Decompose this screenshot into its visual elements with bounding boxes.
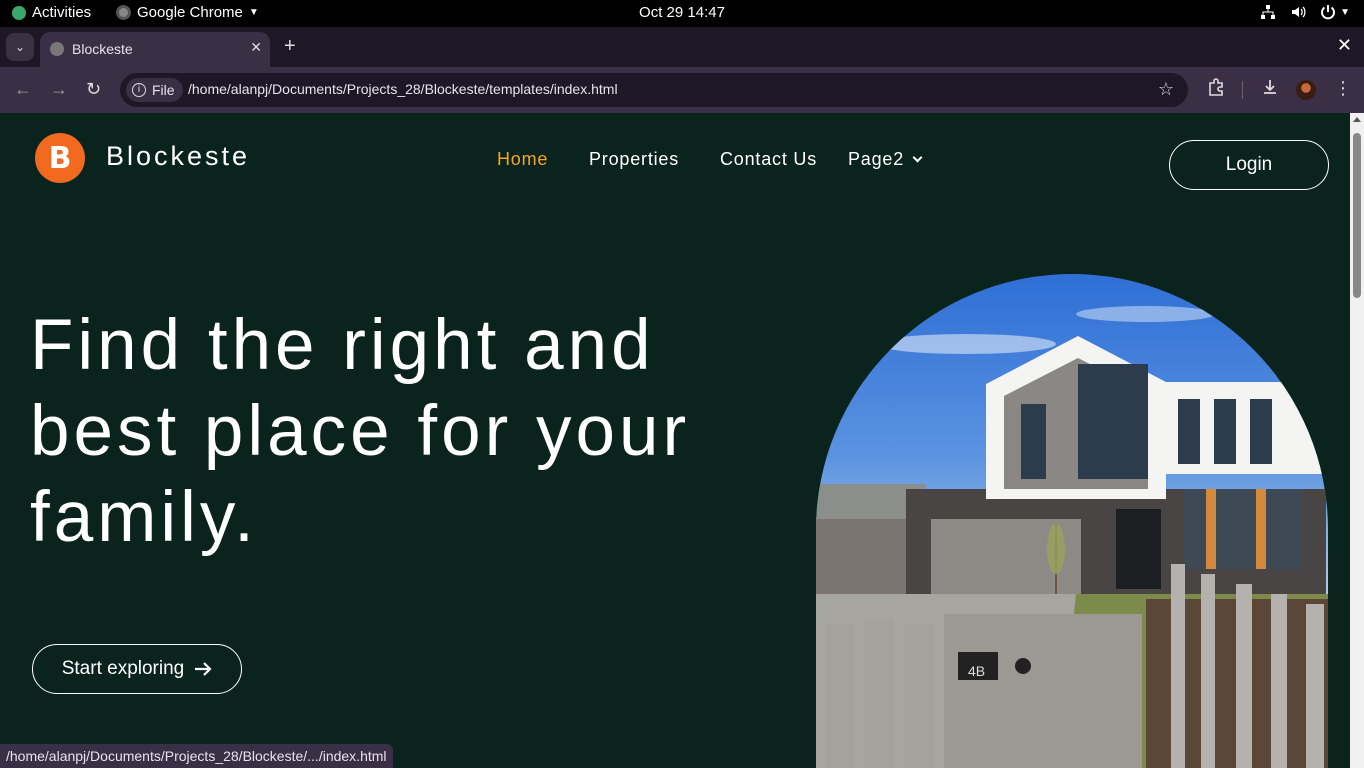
extensions-icon[interactable] <box>1207 78 1225 96</box>
tab-blockeste[interactable]: Blockeste ✕ <box>40 32 270 67</box>
info-icon: i <box>132 83 146 97</box>
hero-line-1: Find the right and <box>30 306 655 385</box>
hero-line-3: family. <box>30 478 258 557</box>
brand-logo[interactable]: B <box>35 133 85 183</box>
chevron-down-icon: ▼ <box>248 7 259 18</box>
page-viewport: B Blockeste Home Properties Contact Us P… <box>0 113 1364 768</box>
activities-label: Activities <box>32 4 92 21</box>
toolbar-divider <box>1242 81 1243 99</box>
page-scrollbar[interactable] <box>1350 113 1364 768</box>
app-name: Google Chrome <box>137 4 243 21</box>
arrow-right-icon <box>195 662 212 676</box>
browser-toolbar: ← → ↻ i File /home/alanpj/Documents/Proj… <box>0 67 1364 113</box>
app-menu[interactable]: Google Chrome ▼ <box>116 4 259 21</box>
tab-strip: ⌄ Blockeste ✕ + ✕ <box>0 27 1364 67</box>
house-illustration: 4B <box>816 306 1328 768</box>
start-exploring-button[interactable]: Start exploring <box>32 644 242 694</box>
house-number: 4B <box>968 663 985 679</box>
star-icon[interactable]: ☆ <box>1158 79 1174 100</box>
chip-label: File <box>152 82 175 98</box>
window-close-icon[interactable]: ✕ <box>1337 35 1352 56</box>
new-tab-button[interactable]: + <box>284 35 296 58</box>
hero-house-image: 4B <box>816 274 1328 768</box>
system-top-bar: Activities Google Chrome ▼ Oct 29 14:47 … <box>0 0 1364 27</box>
nav-properties[interactable]: Properties <box>589 149 679 170</box>
close-tab-icon[interactable]: ✕ <box>250 39 262 56</box>
forward-icon[interactable]: → <box>50 79 68 100</box>
chevron-down-icon: ⌄ <box>14 40 26 54</box>
reload-icon[interactable]: ↻ <box>86 79 101 100</box>
hero-title: Find the right and best place for your f… <box>30 303 790 561</box>
globe-icon <box>50 42 64 56</box>
volume-icon <box>1292 6 1306 18</box>
address-bar[interactable]: i File /home/alanpj/Documents/Projects_2… <box>120 73 1188 107</box>
logo-letter: B <box>48 140 72 176</box>
chrome-icon <box>116 5 131 20</box>
nav-page2[interactable]: Page2 <box>848 149 923 170</box>
login-button[interactable]: Login <box>1169 140 1329 190</box>
nav-home[interactable]: Home <box>497 149 548 170</box>
network-icon <box>1261 5 1276 19</box>
nav-page2-label: Page2 <box>848 149 905 169</box>
gnome-activities-icon <box>12 5 26 20</box>
tab-search-button[interactable]: ⌄ <box>6 33 34 61</box>
profile-avatar[interactable] <box>1296 80 1316 100</box>
download-icon[interactable] <box>1261 78 1279 96</box>
hero-line-2: best place for your <box>30 392 691 471</box>
site-info-chip[interactable]: i File <box>126 78 183 102</box>
scroll-up-arrow[interactable] <box>1353 117 1361 122</box>
url-text[interactable]: /home/alanpj/Documents/Projects_28/Block… <box>188 81 618 97</box>
back-icon[interactable]: ← <box>14 79 32 100</box>
explore-label: Start exploring <box>61 658 185 679</box>
system-tray[interactable]: ▼ <box>1260 4 1350 20</box>
nav-contact-us[interactable]: Contact Us <box>720 149 817 170</box>
scrollbar-thumb[interactable] <box>1353 133 1361 298</box>
power-icon: ▼ <box>1320 4 1350 20</box>
chevron-down-icon <box>912 152 923 163</box>
activities-button[interactable]: Activities <box>12 4 91 21</box>
brand-name[interactable]: Blockeste <box>106 141 250 172</box>
link-status-bar: /home/alanpj/Documents/Projects_28/Block… <box>0 744 393 768</box>
tab-title: Blockeste <box>72 41 133 57</box>
kebab-menu-icon[interactable]: ⋮ <box>1334 78 1352 99</box>
